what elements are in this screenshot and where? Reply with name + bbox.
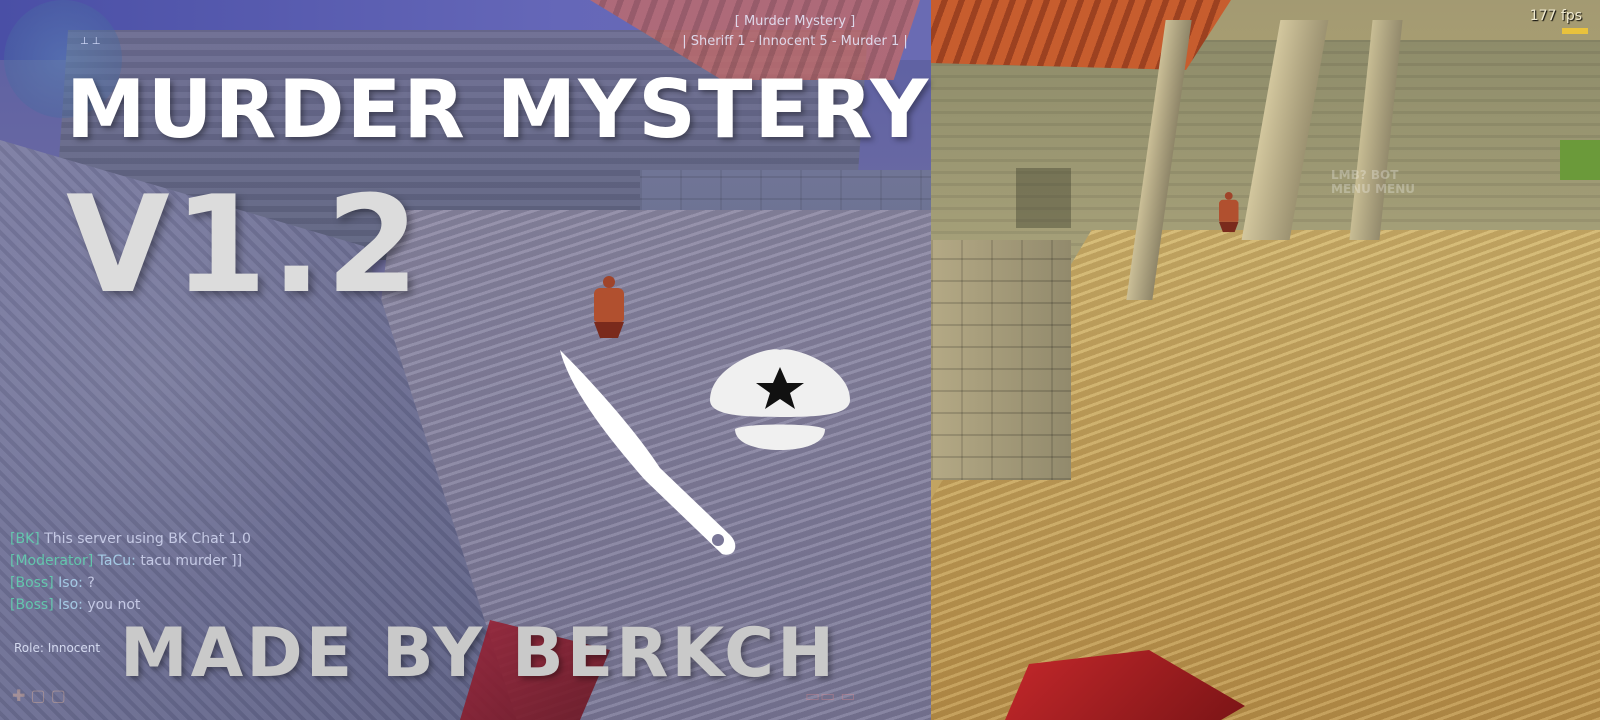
sheriff-cap-icon bbox=[710, 349, 850, 450]
fps-counter: 177 fps bbox=[1529, 8, 1582, 24]
radar-markers: ⊥⊥ bbox=[80, 36, 104, 47]
game-screenshot: ⊥⊥ [ Murder Mystery ] | Sheriff 1 - Inno… bbox=[0, 0, 1600, 720]
chat-line: [Boss] Iso: ? bbox=[10, 575, 95, 591]
team-counts: | Sheriff 1 - Innocent 5 - Murder 1 | bbox=[682, 34, 908, 49]
player-model bbox=[594, 276, 624, 338]
chat-line: [Moderator] TaCu: tacu murder ]] bbox=[10, 553, 243, 569]
chat-line: [Boss] Iso: you not bbox=[10, 597, 141, 613]
grass-patch bbox=[1560, 140, 1600, 180]
player-model bbox=[1219, 192, 1239, 233]
right-gameplay-panel: LMB? BOT MENU MENU bbox=[931, 0, 1600, 720]
health-armor-icons: ✚ ▢ ▢ bbox=[12, 686, 66, 705]
ammo-bar bbox=[1562, 28, 1588, 34]
chat-log: [BK] This server using BK Chat 1.0 [Mode… bbox=[10, 528, 251, 616]
version-label: V1.2 bbox=[66, 167, 424, 323]
wall-window bbox=[1016, 168, 1071, 228]
chat-line: [BK] This server using BK Chat 1.0 bbox=[10, 531, 251, 547]
hud-top: [ Murder Mystery ] | Sheriff 1 - Innocen… bbox=[650, 12, 931, 52]
menu-watermark: LMB? BOT MENU MENU bbox=[1331, 168, 1416, 196]
credit-label: MADE BY BERKCH bbox=[120, 614, 837, 693]
mode-label: [ Murder Mystery ] bbox=[734, 14, 856, 29]
role-label: Role: Innocent bbox=[14, 641, 101, 655]
game-title: MURDER MYSTERY bbox=[66, 63, 931, 156]
brick-wall bbox=[931, 240, 1071, 480]
